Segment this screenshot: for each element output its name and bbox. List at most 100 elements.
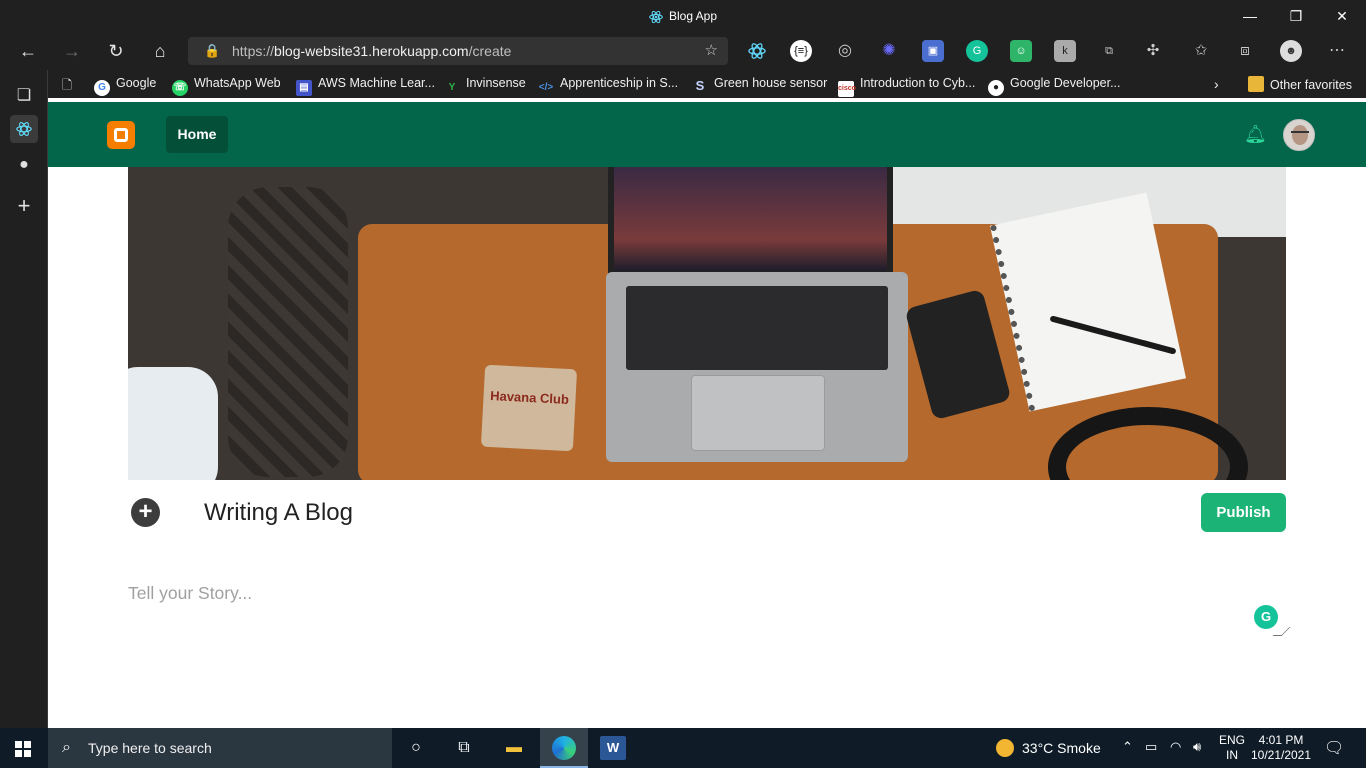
wifi-icon[interactable]: ◠: [1170, 739, 1181, 755]
blog-title-input[interactable]: Writing A Blog: [204, 499, 353, 527]
window-title: Blog App: [0, 9, 1366, 24]
search-icon: ⌕: [62, 739, 71, 756]
shield-extension-icon[interactable]: ☺: [1010, 40, 1032, 62]
github-icon: ●: [988, 80, 1004, 96]
language-region: IN: [1226, 748, 1238, 762]
publish-button[interactable]: Publish: [1201, 493, 1286, 532]
invinsense-icon: Y: [448, 82, 456, 93]
more-menu-icon[interactable]: ⋯: [1326, 40, 1348, 62]
favorite-label: Google Developer...: [1010, 76, 1121, 90]
forward-button[interactable]: →: [60, 40, 84, 62]
json-extension-icon[interactable]: {≡}: [790, 40, 812, 62]
collections-icon[interactable]: ⧈: [1234, 40, 1256, 62]
taskbar-search-input[interactable]: ⌕ Type here to search: [48, 728, 392, 768]
close-button[interactable]: ✕: [1328, 6, 1356, 26]
vertical-tabs-sidebar: ❏ ● +: [0, 70, 48, 728]
favorite-invinsense[interactable]: Y Invinsense: [444, 76, 526, 96]
story-textarea[interactable]: Tell your Story...: [128, 583, 1286, 635]
favorite-greenhouse[interactable]: S Green house sensor: [692, 76, 828, 94]
language-code: ENG: [1219, 733, 1246, 747]
favorite-google-developer[interactable]: ● Google Developer...: [988, 76, 1121, 96]
favorite-label: WhatsApp Web: [194, 76, 281, 90]
asterisk-extension-icon[interactable]: ✺: [878, 40, 900, 62]
restore-button[interactable]: ❐: [1282, 6, 1310, 26]
google-icon: G: [94, 80, 110, 96]
url-path: /create: [468, 43, 512, 59]
add-favorite-icon[interactable]: ☆: [705, 37, 718, 65]
windows-taskbar: ⌕ Type here to search ○ ⧉ ▬ W 33°C Smoke…: [0, 728, 1366, 768]
target-extension-icon[interactable]: ◎: [834, 40, 856, 62]
aws-icon: ▤: [296, 80, 312, 96]
cisco-icon: cisco: [838, 81, 856, 97]
home-button[interactable]: Home: [166, 116, 228, 153]
favorite-label: AWS Machine Lear...: [318, 76, 435, 90]
word-icon[interactable]: W: [600, 736, 626, 760]
edge-taskbar-button[interactable]: [540, 728, 588, 768]
lock-icon: 🔒: [204, 43, 221, 58]
favorites-icon[interactable]: ✩: [1190, 40, 1212, 62]
new-tab-plus-icon[interactable]: +: [10, 192, 38, 220]
weather-widget[interactable]: 33°C Smoke: [996, 739, 1101, 757]
tab-actions-icon[interactable]: ❏: [10, 82, 38, 110]
favorites-page-icon[interactable]: 🗋: [62, 76, 72, 97]
cortana-icon[interactable]: ○: [403, 736, 429, 760]
favorite-label: Google: [116, 76, 157, 90]
clock-date: 10/21/2021: [1250, 748, 1312, 762]
file-explorer-icon[interactable]: ▬: [501, 736, 527, 760]
battery-icon[interactable]: ▭: [1145, 739, 1157, 755]
other-favorites-label: Other favorites: [1270, 78, 1352, 92]
url-host: blog-website31.herokuapp.com: [274, 43, 469, 59]
address-bar[interactable]: 🔒 https://blog-website31.herokuapp.com/c…: [188, 37, 728, 65]
react-devtools-icon[interactable]: [746, 40, 768, 62]
react-icon: [649, 10, 663, 23]
laptop-keyboard: [626, 286, 888, 370]
avatar[interactable]: [1283, 119, 1315, 151]
taskbar-clock[interactable]: 4:01 PM 10/21/2021: [1250, 733, 1312, 763]
search-placeholder: Type here to search: [88, 740, 212, 756]
blogger-logo-icon[interactable]: [107, 121, 135, 149]
copy-extension-icon[interactable]: ⧉: [1098, 40, 1120, 62]
favorite-whatsapp[interactable]: ☏ WhatsApp Web: [172, 76, 281, 96]
grammarly-icon[interactable]: G: [1254, 605, 1278, 629]
sun-icon: [996, 739, 1014, 757]
favorite-aws[interactable]: ▤ AWS Machine Lear...: [296, 76, 435, 96]
tab-github-icon[interactable]: ●: [10, 151, 38, 179]
minimize-button[interactable]: —: [1236, 6, 1264, 26]
bell-icon[interactable]: 🔔︎: [1244, 124, 1267, 145]
weather-text: 33°C Smoke: [1022, 740, 1101, 756]
task-view-icon[interactable]: ⧉: [451, 736, 477, 760]
cover-image: Havana Club: [128, 167, 1286, 480]
grammarly-extension-icon[interactable]: G: [966, 40, 988, 62]
laptop-trackpad: [691, 375, 825, 451]
profile-icon[interactable]: ☻: [1280, 40, 1302, 62]
favorite-label: Invinsense: [466, 76, 526, 90]
favorite-label: Apprenticeship in S...: [560, 76, 679, 90]
notifications-icon[interactable]: 🗨︎: [1324, 738, 1344, 758]
favorite-apprenticeship[interactable]: </> Apprenticeship in S...: [538, 76, 678, 96]
url-scheme: https://: [232, 43, 275, 59]
whatsapp-icon: ☏: [172, 80, 188, 96]
language-indicator[interactable]: ENG IN: [1219, 733, 1245, 763]
screen-extension-icon[interactable]: ▣: [922, 40, 944, 62]
back-button[interactable]: ←: [16, 40, 40, 62]
code-icon: </>: [538, 82, 554, 93]
clock-time: 4:01 PM: [1258, 733, 1304, 747]
favorite-google[interactable]: G Google: [94, 76, 156, 96]
refresh-button[interactable]: ↻: [104, 40, 128, 62]
volume-icon[interactable]: 🔊︎: [1193, 739, 1201, 755]
favorite-cisco[interactable]: cisco Introduction to Cyb...: [838, 76, 975, 97]
k-extension-icon[interactable]: k: [1054, 40, 1076, 62]
laptop-base: [606, 272, 908, 462]
coaster: Havana Club: [480, 364, 578, 452]
home-nav-button[interactable]: ⌂: [148, 40, 172, 62]
tripod: [228, 187, 348, 477]
favorite-label: Green house sensor: [714, 76, 828, 90]
favorite-label: Introduction to Cyb...: [860, 76, 976, 90]
other-favorites[interactable]: Other favorites: [1248, 76, 1352, 92]
tray-chevron-icon[interactable]: ⌃: [1122, 739, 1133, 755]
tab-blog-app[interactable]: [10, 115, 38, 143]
add-image-button[interactable]: +: [131, 498, 160, 527]
favorites-overflow-chevron-icon[interactable]: ›: [1214, 76, 1219, 92]
extensions-icon[interactable]: ✣: [1142, 40, 1164, 62]
windows-start-icon[interactable]: [15, 741, 31, 757]
